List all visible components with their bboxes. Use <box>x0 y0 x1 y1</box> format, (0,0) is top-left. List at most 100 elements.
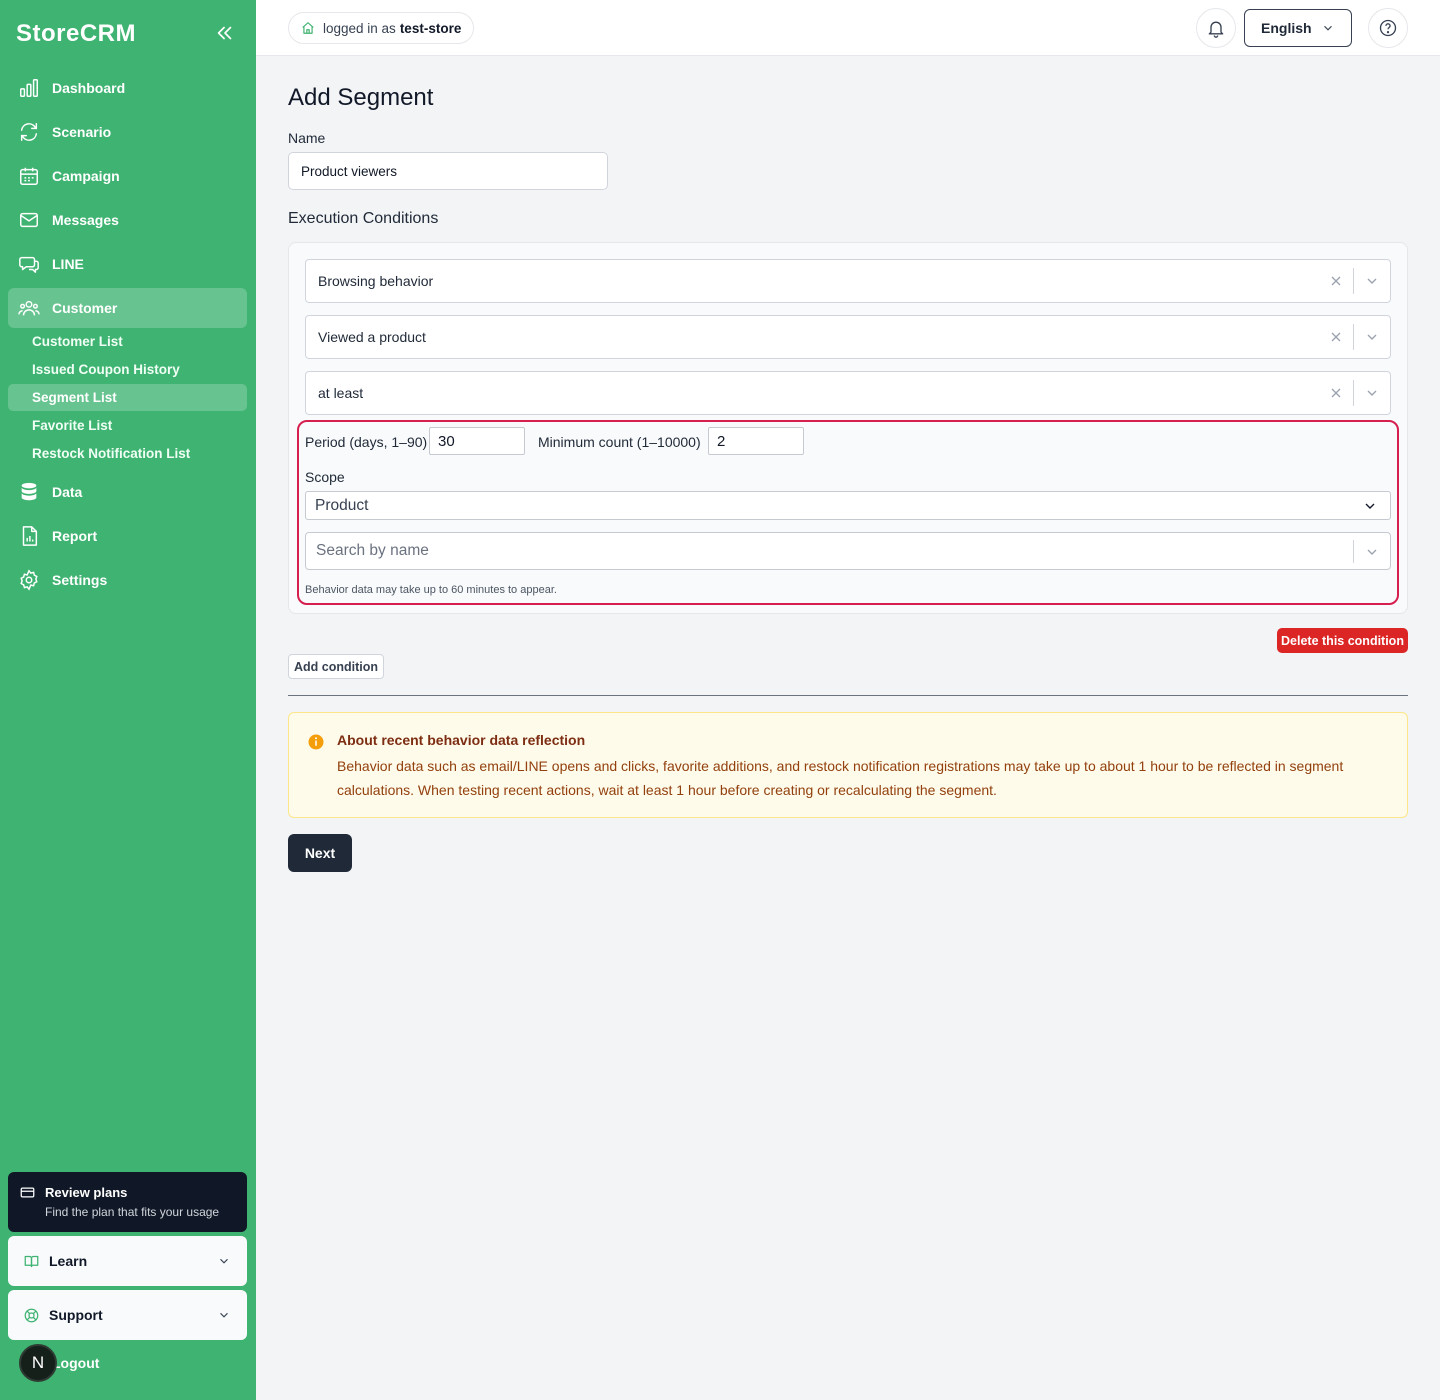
next-button[interactable]: Next <box>288 834 352 872</box>
subnav-restock-notification-list[interactable]: Restock Notification List <box>8 440 247 467</box>
review-plans-card[interactable]: Review plans Find the plan that fits you… <box>8 1172 247 1232</box>
nav-label: Data <box>52 484 83 500</box>
action-select[interactable]: Viewed a product <box>305 315 1391 359</box>
delete-condition-button[interactable]: Delete this condition <box>1277 628 1408 653</box>
chevron-down-icon[interactable] <box>1364 385 1380 401</box>
subnav-segment-list[interactable]: Segment List <box>8 384 247 411</box>
learn-accordion[interactable]: Learn <box>8 1236 247 1286</box>
lifebuoy-icon <box>24 1308 39 1323</box>
nav-label: Report <box>52 528 98 544</box>
clear-icon[interactable] <box>1328 385 1344 401</box>
divider <box>288 695 1408 696</box>
calendar-icon <box>18 165 40 187</box>
period-label: Period (days, 1–90) <box>305 434 428 450</box>
chevron-down-icon <box>217 1308 231 1322</box>
collapse-sidebar-icon[interactable] <box>214 22 236 44</box>
scope-select[interactable]: Product <box>305 491 1391 520</box>
nav-data[interactable]: Data <box>8 472 247 512</box>
top-bar: logged in as test-store English <box>256 0 1440 56</box>
review-plans-title: Review plans <box>45 1185 128 1200</box>
notice-body: Behavior data such as email/LINE opens a… <box>337 758 1344 798</box>
operator-value: at least <box>318 385 364 401</box>
notifications-button[interactable] <box>1196 8 1236 48</box>
action-value: Viewed a product <box>318 329 426 345</box>
logged-in-prefix: logged in as <box>323 20 396 36</box>
min-count-label: Minimum count (1–10000) <box>538 434 701 450</box>
search-placeholder: Search by name <box>316 542 429 559</box>
chevron-down-icon[interactable] <box>1364 544 1380 560</box>
category-value: Browsing behavior <box>318 273 434 289</box>
category-select[interactable]: Browsing behavior <box>305 259 1391 303</box>
subnav-issued-coupon-history[interactable]: Issued Coupon History <box>8 356 247 383</box>
chevron-down-icon[interactable] <box>1364 273 1380 289</box>
nav-settings[interactable]: Settings <box>8 560 247 600</box>
brand-logo: StoreCRM <box>16 20 137 47</box>
nav-label: Customer <box>52 300 118 316</box>
clear-icon[interactable] <box>1328 329 1344 345</box>
logged-in-chip: logged in as test-store <box>288 12 475 44</box>
subnav-favorite-list[interactable]: Favorite List <box>8 412 247 439</box>
logout-link[interactable]: Logout <box>52 1355 99 1371</box>
nav-messages[interactable]: Messages <box>8 200 247 240</box>
nav-customer[interactable]: Customer <box>8 288 247 328</box>
min-count-input[interactable] <box>708 427 804 455</box>
users-icon <box>18 297 40 319</box>
language-select[interactable]: English <box>1244 9 1352 47</box>
nav-dashboard[interactable]: Dashboard <box>8 68 247 108</box>
nav-label: Settings <box>52 572 108 588</box>
bar-chart-icon <box>18 77 40 99</box>
support-accordion[interactable]: Support <box>8 1290 247 1340</box>
segment-name-input[interactable] <box>288 152 608 190</box>
nav-label: Messages <box>52 212 119 228</box>
select-separator <box>1353 540 1354 563</box>
file-chart-icon <box>18 525 40 547</box>
nav-scenario[interactable]: Scenario <box>8 112 247 152</box>
name-label: Name <box>288 130 326 146</box>
chevron-down-icon <box>1362 498 1378 514</box>
learn-label: Learn <box>49 1253 88 1269</box>
nav-label: Dashboard <box>52 80 126 96</box>
review-plans-subtitle: Find the plan that fits your usage <box>45 1205 220 1219</box>
avatar[interactable]: N <box>19 1344 57 1382</box>
help-circle-icon <box>1379 19 1397 37</box>
gear-icon <box>18 569 40 591</box>
select-separator <box>1353 268 1354 294</box>
credit-card-icon <box>20 1187 35 1198</box>
sidebar: StoreCRM Dashboard Scenario Campaign Mes… <box>0 0 256 1400</box>
period-input[interactable] <box>429 427 525 455</box>
clear-icon[interactable] <box>1328 273 1344 289</box>
store-name: test-store <box>399 20 462 36</box>
book-icon <box>24 1254 39 1269</box>
help-button[interactable] <box>1368 8 1408 48</box>
home-icon <box>301 21 315 35</box>
chevron-down-icon <box>217 1254 231 1268</box>
product-search-select[interactable]: Search by name <box>305 532 1391 570</box>
database-icon <box>18 481 40 503</box>
page-title: Add Segment <box>288 84 434 111</box>
operator-select[interactable]: at least <box>305 371 1391 415</box>
nav-campaign[interactable]: Campaign <box>8 156 247 196</box>
behavior-data-hint: Behavior data may take up to 60 minutes … <box>305 584 557 596</box>
nav-line[interactable]: LINE <box>8 244 247 284</box>
execution-conditions-title: Execution Conditions <box>288 210 439 227</box>
refresh-icon <box>18 121 40 143</box>
language-value: English <box>1261 20 1312 36</box>
info-icon <box>307 733 325 751</box>
notice-title: About recent behavior data reflection <box>337 732 586 748</box>
chat-icon <box>18 253 40 275</box>
select-separator <box>1353 380 1354 406</box>
support-label: Support <box>49 1307 103 1323</box>
bell-icon <box>1208 21 1224 38</box>
select-separator <box>1353 324 1354 350</box>
nav-label: Scenario <box>52 124 112 140</box>
scope-value: Product <box>315 496 369 514</box>
subnav-customer-list[interactable]: Customer List <box>8 328 247 355</box>
scope-label: Scope <box>305 469 345 485</box>
nav-label: LINE <box>52 256 84 272</box>
nav-label: Campaign <box>52 168 120 184</box>
chevron-down-icon[interactable] <box>1364 329 1380 345</box>
nav-report[interactable]: Report <box>8 516 247 556</box>
add-condition-button[interactable]: Add condition <box>288 654 384 679</box>
mail-icon <box>18 209 40 231</box>
info-notice: About recent behavior data reflection Be… <box>288 712 1408 818</box>
